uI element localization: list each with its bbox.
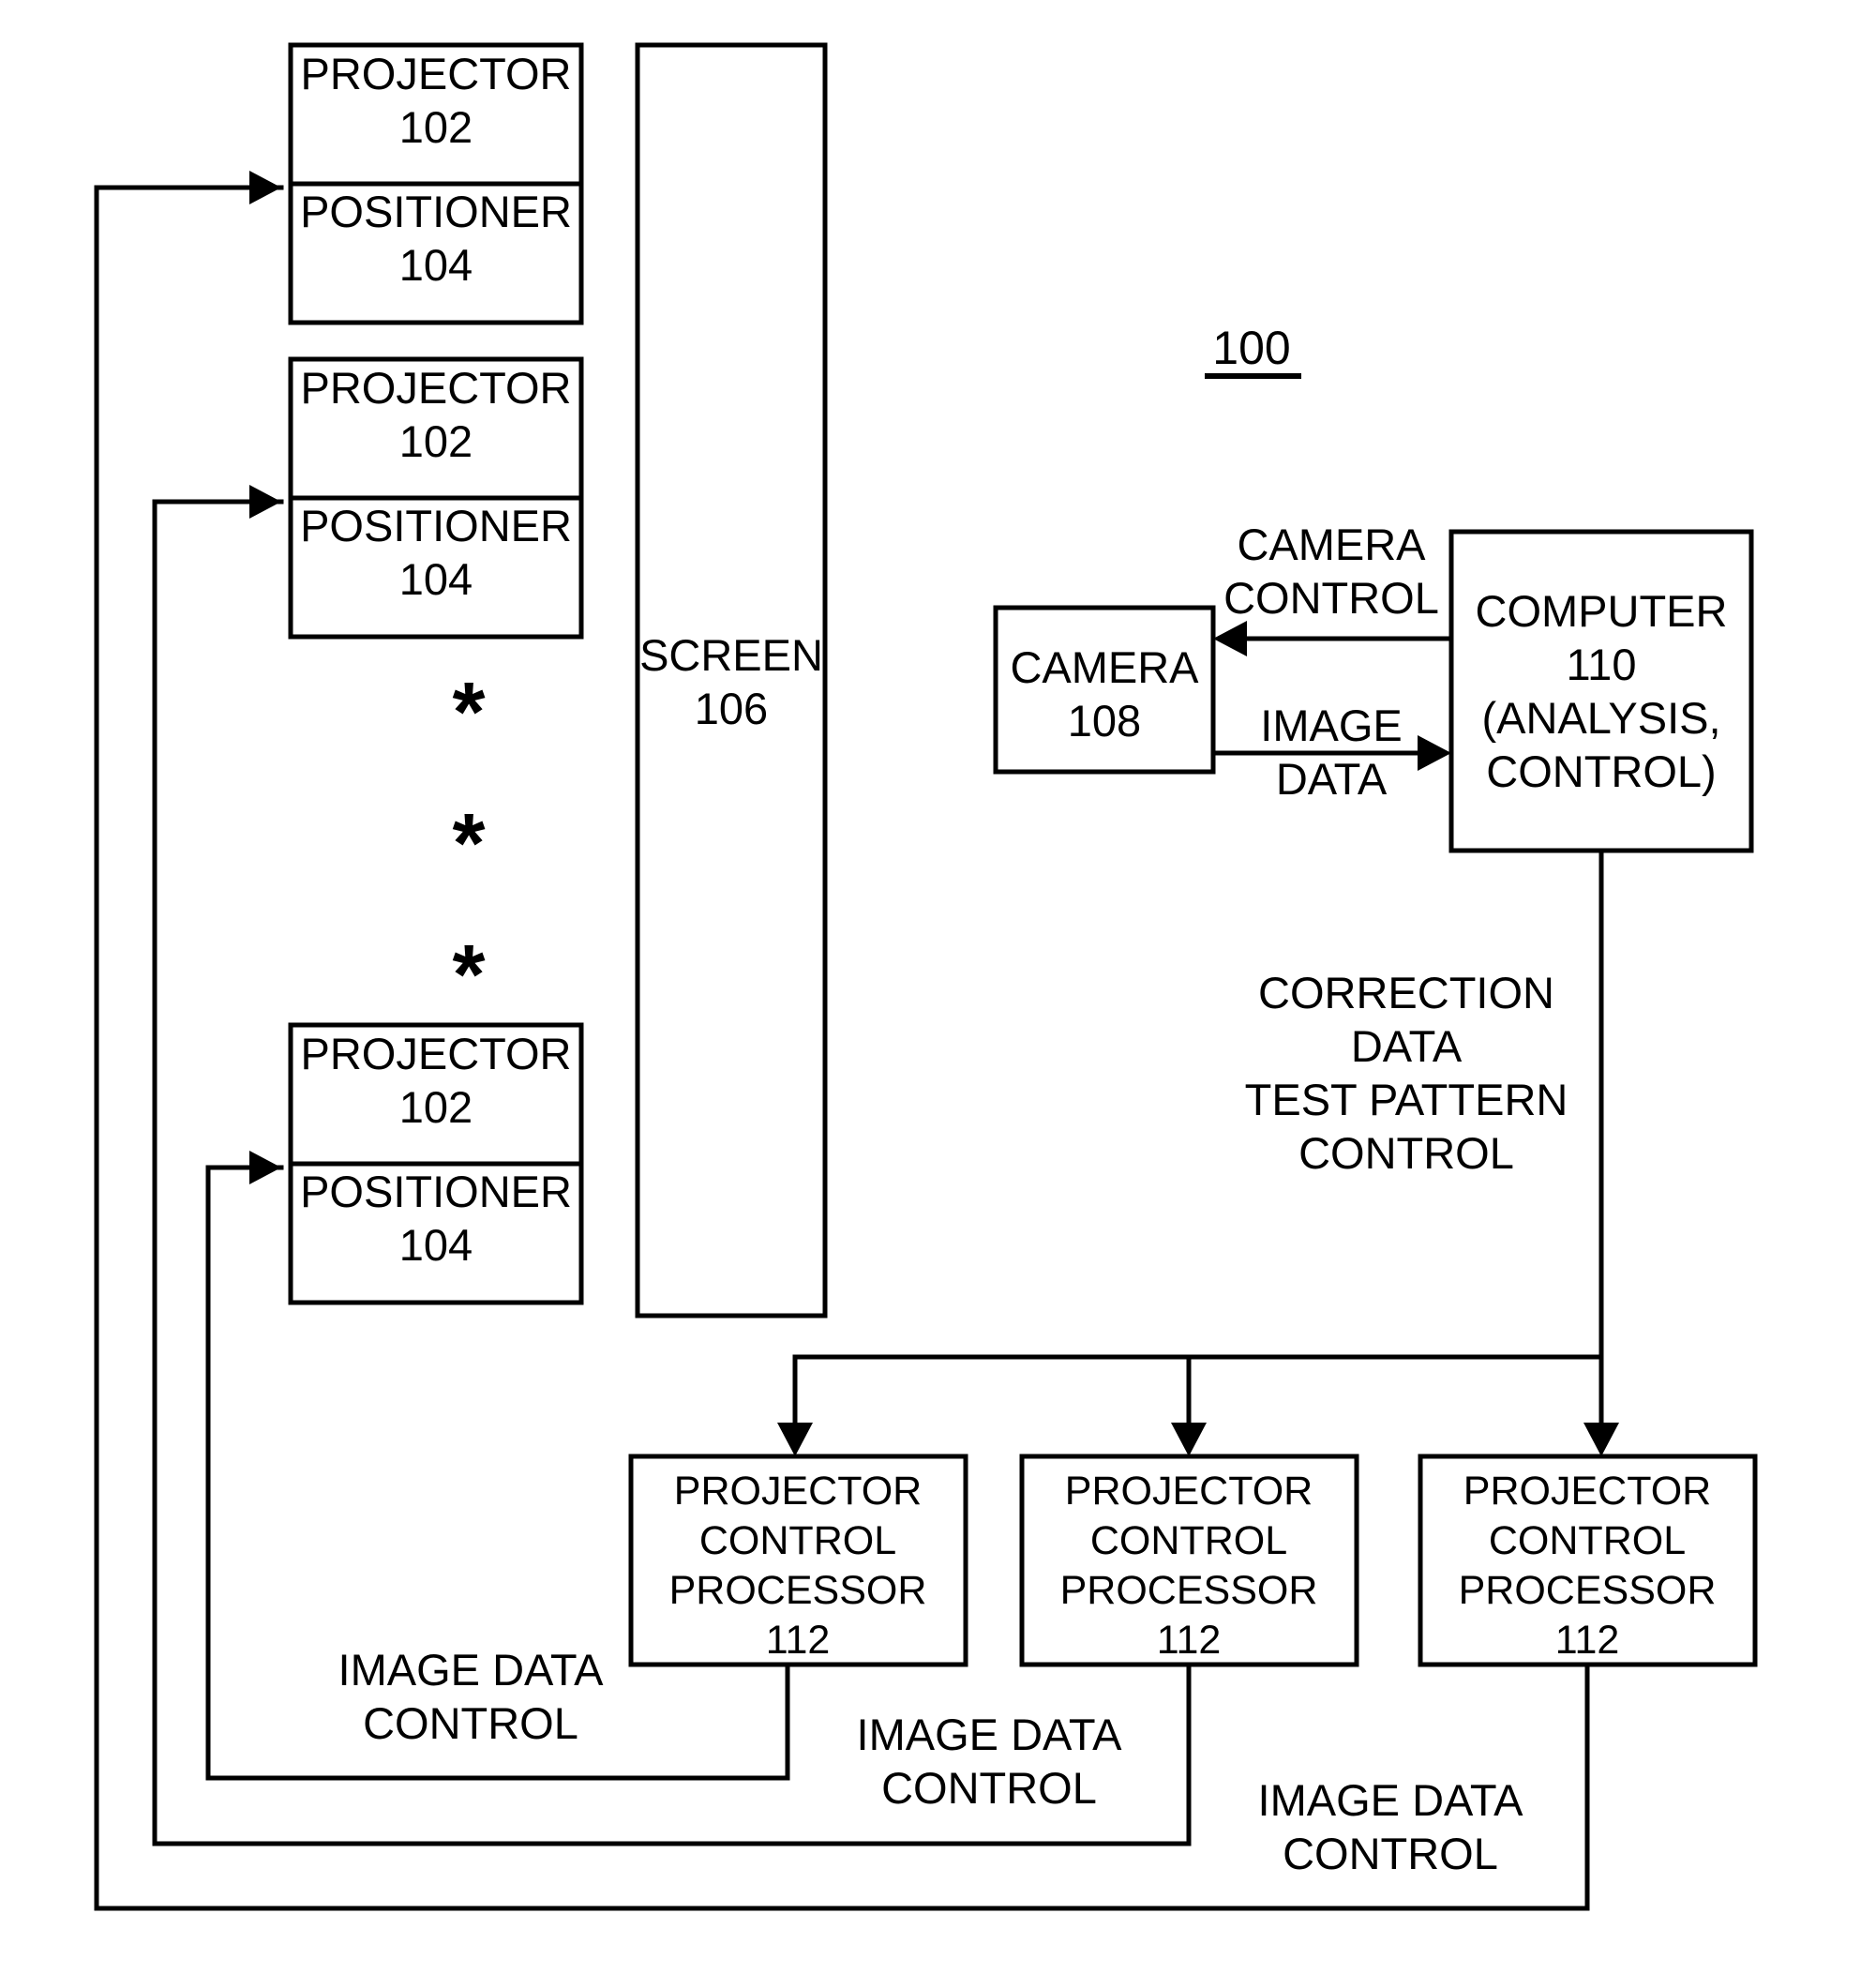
pcp-3-line2: CONTROL — [1489, 1518, 1686, 1563]
asterisk-2: * — [452, 797, 485, 891]
idc-3-line2: CONTROL — [1283, 1829, 1498, 1878]
projector-2-title: PROJECTOR — [301, 363, 572, 413]
computer-unit: COMPUTER 110 (ANALYSIS, CONTROL) — [1448, 529, 1754, 853]
computer-ref: 110 — [1567, 640, 1637, 689]
camera-control-label-line2: CONTROL — [1223, 573, 1439, 623]
pcp-1-line1: PROJECTOR — [674, 1469, 922, 1514]
computer-title: COMPUTER — [1476, 586, 1728, 636]
pcp-3-ref: 112 — [1555, 1618, 1620, 1663]
pcp-unit-1: PROJECTOR CONTROL PROCESSOR 112 — [628, 1454, 968, 1667]
pcp-2-line3: PROCESSOR — [1060, 1568, 1318, 1613]
screen-title: SCREEN — [639, 630, 823, 680]
idc-1-line2: CONTROL — [363, 1698, 578, 1748]
camera-unit: CAMERA 108 — [993, 605, 1216, 775]
pcp-3-line3: PROCESSOR — [1459, 1568, 1717, 1613]
pcp-2-line1: PROJECTOR — [1065, 1469, 1313, 1514]
projector-3-ref: 102 — [399, 1082, 473, 1132]
camera-title: CAMERA — [1010, 642, 1199, 692]
ellipsis-asterisks: * * * — [452, 666, 485, 1022]
projector-unit-3: PROJECTOR 102 POSITIONER 104 — [288, 1022, 584, 1305]
pcp-1-ref: 112 — [766, 1618, 831, 1663]
asterisk-3: * — [452, 928, 485, 1022]
screen-box — [635, 42, 828, 1319]
arrowhead-positioner-1 — [249, 171, 281, 204]
camera-control-label-line1: CAMERA — [1237, 520, 1426, 569]
pcp-2-line2: CONTROL — [1090, 1518, 1287, 1563]
computer-analysis-label: (ANALYSIS, — [1481, 693, 1720, 743]
idc-3-line1: IMAGE DATA — [1258, 1775, 1524, 1825]
pcp-unit-2: PROJECTOR CONTROL PROCESSOR 112 — [1019, 1454, 1359, 1667]
projector-1-title: PROJECTOR — [301, 49, 572, 98]
image-data-control-label-3: IMAGE DATA CONTROL — [1258, 1775, 1524, 1878]
computer-control-label: CONTROL) — [1486, 746, 1716, 796]
correction-label-line2: DATA — [1351, 1021, 1463, 1071]
projector-1-ref: 102 — [399, 102, 473, 152]
correction-label-line1: CORRECTION — [1258, 968, 1554, 1017]
camera-control-edge: CAMERA CONTROL — [1213, 520, 1454, 656]
projector-3-title: PROJECTOR — [301, 1029, 572, 1078]
figure-number-group: 100 — [1205, 322, 1301, 379]
positioner-2-title: POSITIONER — [300, 501, 572, 550]
positioner-3-title: POSITIONER — [300, 1167, 572, 1216]
projector-unit-1: PROJECTOR 102 POSITIONER 104 — [288, 42, 584, 325]
projector-unit-2: PROJECTOR 102 POSITIONER 104 — [288, 356, 584, 640]
pcp-2-ref: 112 — [1157, 1618, 1222, 1663]
arrowhead-camera-control — [1213, 621, 1247, 656]
projector-2-ref: 102 — [399, 416, 473, 466]
arrowhead-image-data — [1418, 735, 1451, 771]
image-data-label-line2: DATA — [1276, 754, 1388, 804]
arrowhead-positioner-2 — [249, 485, 281, 519]
screen-ref: 106 — [695, 684, 768, 733]
screen-unit: SCREEN 106 — [635, 42, 828, 1319]
image-data-label-line1: IMAGE — [1260, 701, 1402, 750]
positioner-1-title: POSITIONER — [300, 187, 572, 236]
arrowhead-pcp-2 — [1171, 1423, 1207, 1456]
arrowhead-pcp-3 — [1583, 1423, 1619, 1456]
pcp-3-line1: PROJECTOR — [1463, 1469, 1711, 1514]
idc-1-line1: IMAGE DATA — [338, 1645, 605, 1695]
correction-label-line3: TEST PATTERN — [1245, 1075, 1568, 1124]
pcp-unit-3: PROJECTOR CONTROL PROCESSOR 112 — [1418, 1454, 1758, 1667]
pcp-1-line2: CONTROL — [699, 1518, 896, 1563]
correction-data-edge: CORRECTION DATA TEST PATTERN CONTROL — [777, 848, 1619, 1456]
image-data-edge: IMAGE DATA — [1210, 701, 1451, 804]
idc-2-line2: CONTROL — [881, 1763, 1097, 1813]
idc-2-line1: IMAGE DATA — [857, 1710, 1123, 1759]
positioner-1-ref: 104 — [399, 240, 473, 290]
arrowhead-pcp-1 — [777, 1423, 813, 1456]
correction-label-line4: CONTROL — [1298, 1128, 1514, 1178]
figure-number: 100 — [1212, 322, 1290, 374]
positioner-2-ref: 104 — [399, 554, 473, 604]
image-data-control-label-2: IMAGE DATA CONTROL — [857, 1710, 1123, 1813]
positioner-3-ref: 104 — [399, 1220, 473, 1270]
patent-figure-page: PROJECTOR 102 POSITIONER 104 PROJECTOR 1… — [0, 0, 1876, 1974]
image-data-control-label-1: IMAGE DATA CONTROL — [338, 1645, 605, 1748]
arrowhead-positioner-3 — [249, 1151, 281, 1184]
system-block-diagram: PROJECTOR 102 POSITIONER 104 PROJECTOR 1… — [94, 42, 1758, 1911]
camera-ref: 108 — [1068, 696, 1141, 746]
computer-box — [1448, 529, 1754, 853]
asterisk-1: * — [452, 666, 485, 760]
pcp-1-line3: PROCESSOR — [669, 1568, 927, 1613]
